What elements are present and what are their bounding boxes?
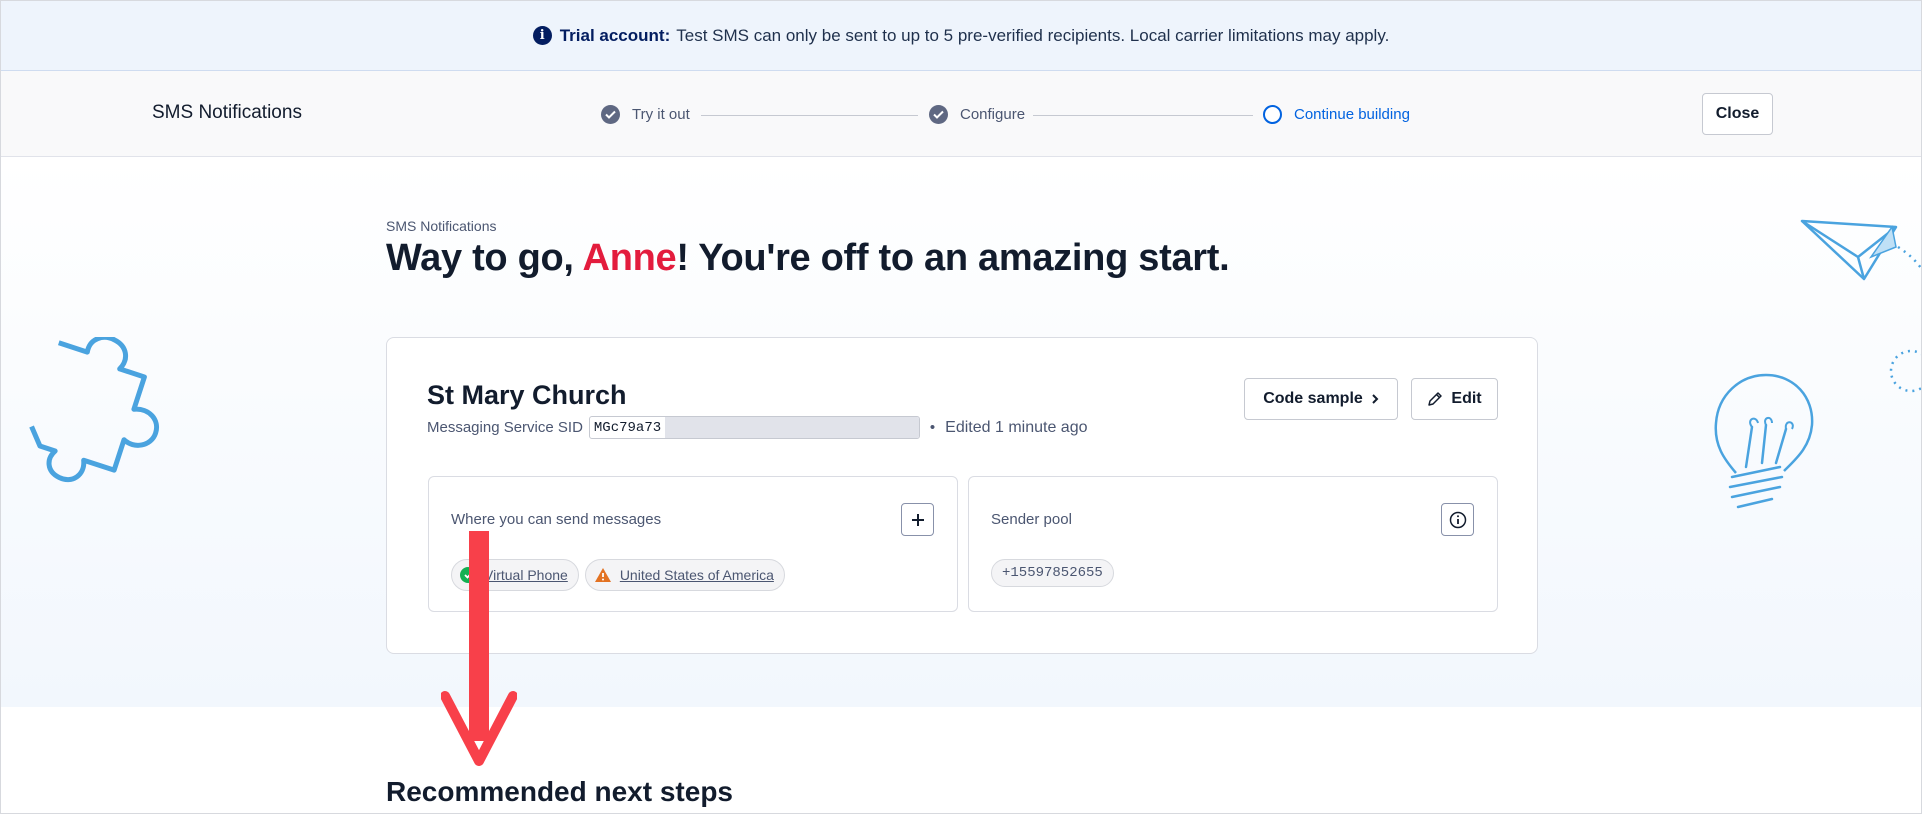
check-circle-icon	[601, 105, 620, 124]
current-step-icon	[1263, 105, 1282, 124]
info-icon: i	[532, 26, 552, 45]
edited-timestamp: Edited 1 minute ago	[945, 418, 1088, 436]
destinations-title: Where you can send messages	[451, 511, 662, 528]
close-button[interactable]: Close	[1702, 93, 1773, 135]
warning-icon	[594, 568, 611, 582]
code-sample-button[interactable]: Code sample	[1244, 378, 1398, 420]
hero-section: SMS Notifications Way to go, Anne! You'r…	[1, 157, 1921, 707]
info-icon	[1449, 511, 1466, 528]
step-label: Configure	[960, 106, 1026, 123]
check-circle-icon	[929, 105, 948, 124]
sid-field[interactable]: MGc79a73	[588, 416, 920, 439]
step-connector	[1033, 115, 1253, 116]
sender-pool-info-button[interactable]	[1441, 503, 1474, 536]
page-title: Way to go, Anne! You're off to an amazin…	[386, 237, 1230, 280]
app-title: SMS Notifications	[152, 102, 302, 123]
step-label: Try it out	[632, 106, 690, 123]
trial-banner-message: Test SMS can only be sent to up to 5 pre…	[676, 25, 1390, 45]
wizard-header: SMS Notifications Try it out Configure C…	[1, 71, 1921, 157]
title-suffix: ! You're off to an amazing start.	[676, 237, 1230, 279]
messaging-service-card: St Mary Church Messaging Service SID MGc…	[386, 337, 1538, 654]
pencil-icon	[1428, 392, 1443, 406]
sid-value: MGc79a73	[593, 419, 662, 436]
sid-row: Messaging Service SID MGc79a73 • Edited …	[427, 416, 1088, 439]
next-steps-heading: Recommended next steps	[386, 776, 733, 807]
code-sample-label: Code sample	[1263, 390, 1363, 407]
light-bulb-icon	[1714, 373, 1814, 509]
paper-plane-icon	[1800, 219, 1921, 281]
step-connector	[701, 115, 918, 116]
destination-chip-united-states[interactable]: United States of America	[584, 559, 785, 591]
edit-label: Edit	[1451, 390, 1482, 407]
page: i Trial account: Test SMS can only be se…	[0, 0, 1922, 814]
step-try-it-out[interactable]: Try it out	[601, 105, 690, 124]
sender-pool-card: Sender pool +15597852655	[968, 476, 1498, 612]
trial-banner-bold: Trial account:	[559, 25, 671, 45]
chip-label: United States of America	[619, 567, 774, 583]
trial-banner: i Trial account: Test SMS can only be se…	[1, 1, 1921, 71]
sid-label: Messaging Service SID	[427, 419, 583, 436]
sender-number-chip[interactable]: +15597852655	[991, 559, 1114, 587]
step-configure[interactable]: Configure	[929, 105, 1025, 124]
puzzle-piece-icon	[29, 337, 160, 483]
dotted-circle-icon	[1889, 349, 1921, 393]
add-destination-button[interactable]	[901, 503, 934, 536]
sender-pool-title: Sender pool	[991, 511, 1072, 528]
title-prefix: Way to go,	[386, 237, 583, 279]
edit-button[interactable]: Edit	[1411, 378, 1498, 420]
stepper: Try it out Configure Continue building	[601, 105, 1411, 127]
step-label: Continue building	[1294, 106, 1410, 123]
step-continue-building[interactable]: Continue building	[1263, 105, 1410, 124]
separator-dot: •	[929, 419, 936, 436]
breadcrumb: SMS Notifications	[386, 218, 497, 234]
plus-icon	[911, 513, 924, 526]
title-name: Anne	[582, 237, 677, 279]
service-name: St Mary Church	[427, 380, 627, 410]
sid-redaction	[665, 417, 919, 438]
chevron-right-icon	[1372, 394, 1379, 404]
annotation-arrow-icon	[441, 531, 517, 766]
